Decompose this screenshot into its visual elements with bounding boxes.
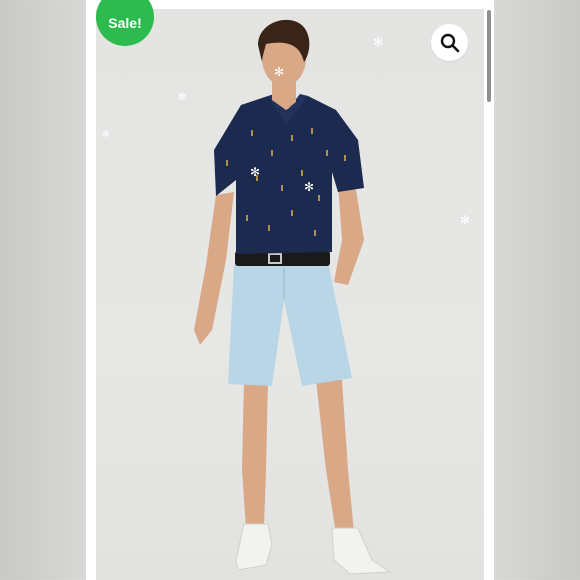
sparkle-icon: ✻ [274, 65, 285, 79]
zoom-button[interactable] [431, 24, 468, 61]
right-shoe [331, 527, 392, 575]
sparkle-icon: ✻ [250, 165, 261, 179]
right-leg [316, 380, 354, 534]
left-shoe [235, 523, 273, 571]
scrollbar-thumb[interactable] [487, 10, 491, 102]
sparkle-icon: ✻ [373, 35, 384, 49]
product-photo-model [194, 19, 392, 575]
blurred-left-panel [0, 0, 86, 580]
listing-view: Sale! ✻ ✻ ✻ ✻ ✻ ✻ ✻ [0, 0, 580, 580]
magnifier-icon [440, 33, 459, 52]
sparkle-icon: ✻ [102, 129, 110, 139]
left-arm [194, 192, 234, 345]
left-leg [242, 380, 268, 528]
right-arm [334, 185, 364, 285]
sparkle-icon: ✻ [304, 180, 315, 194]
sale-badge-label: Sale! [108, 15, 142, 31]
sparkle-icon: ✻ [178, 92, 187, 103]
blurred-right-panel [494, 0, 580, 580]
sparkle-icon: ✻ [460, 213, 471, 227]
shorts [228, 262, 352, 386]
